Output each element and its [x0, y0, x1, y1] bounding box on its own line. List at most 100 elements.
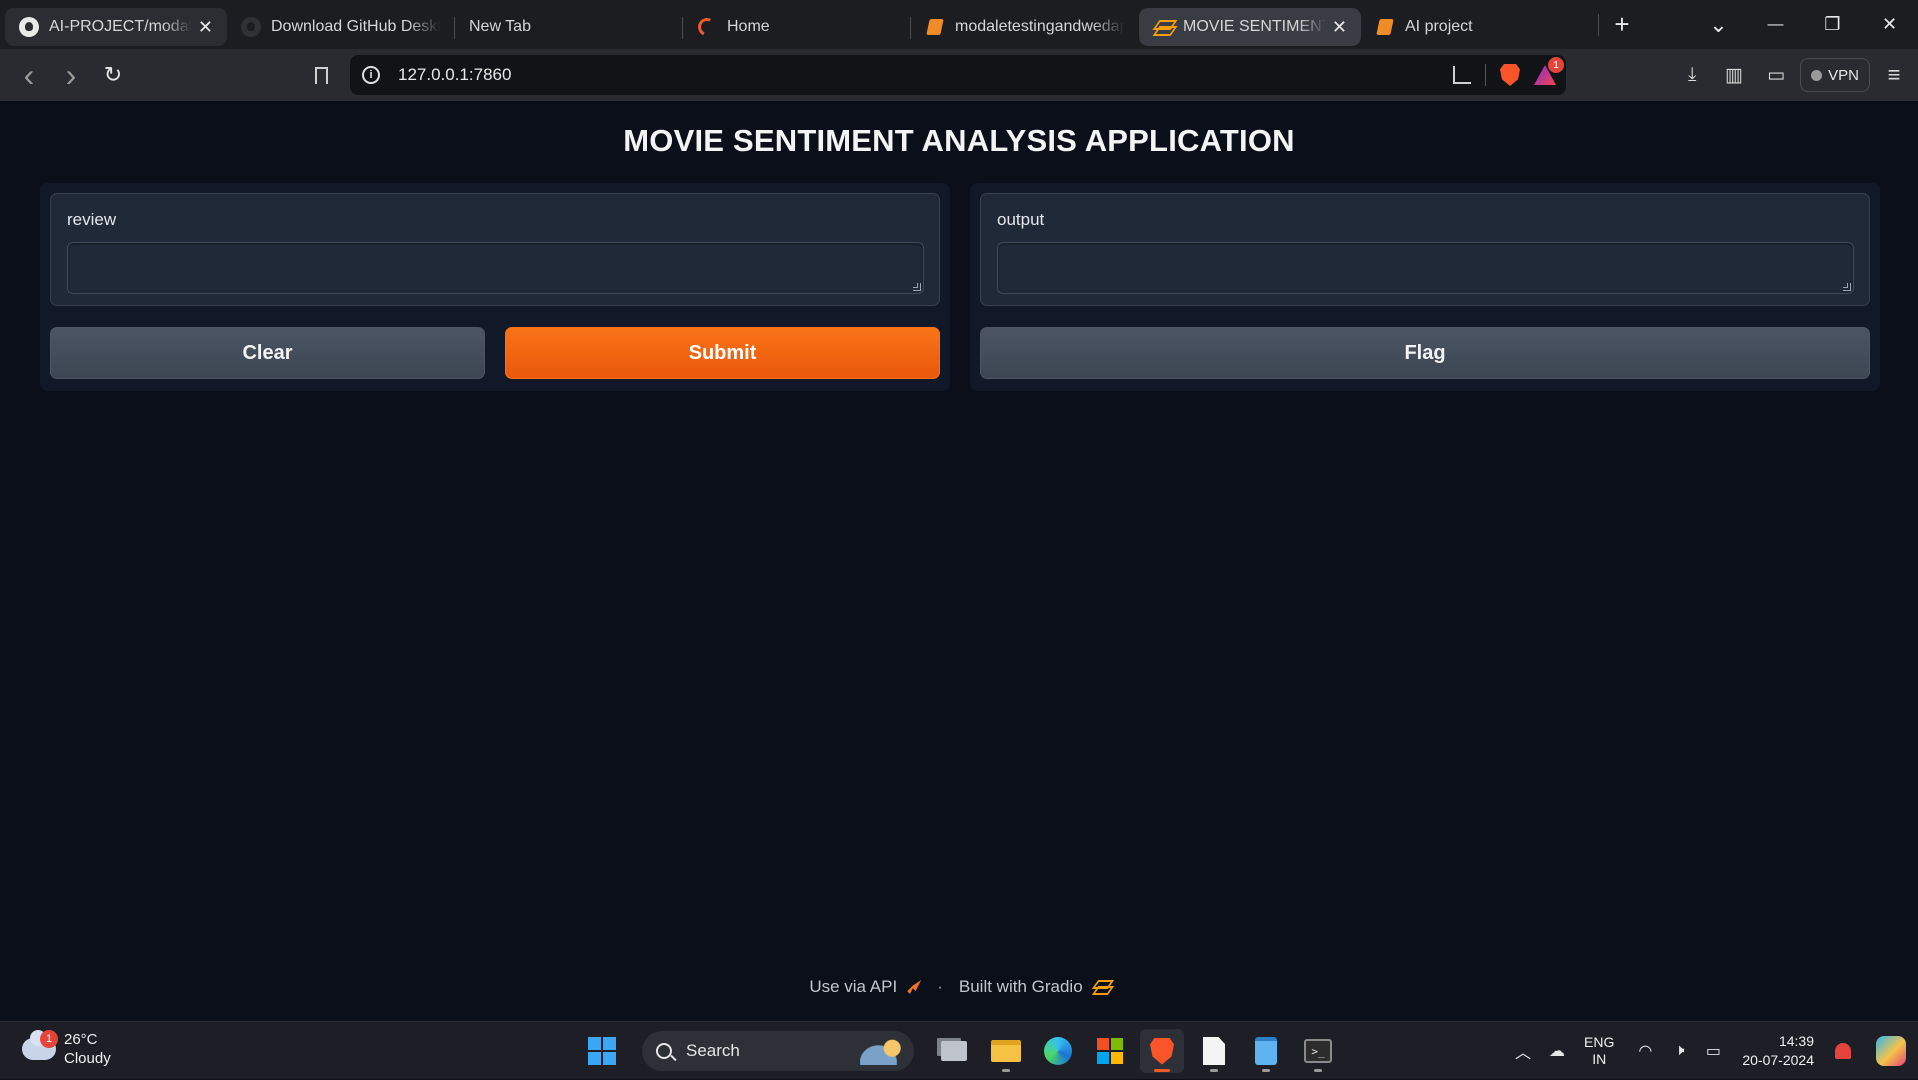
tab-ai-project[interactable]: AI project — [1361, 8, 1589, 46]
windows-icon — [588, 1037, 616, 1065]
review-label: review — [67, 210, 117, 229]
task-view-icon — [941, 1041, 967, 1061]
sidebar-icon[interactable]: ▥ — [1716, 57, 1752, 93]
brave-icon — [1150, 1037, 1174, 1065]
flag-button[interactable]: Flag — [980, 327, 1870, 379]
tab-home[interactable]: Home — [683, 8, 911, 46]
share-icon[interactable] — [1453, 66, 1471, 84]
footer-separator: · — [937, 977, 943, 996]
new-tab-button[interactable]: + — [1600, 5, 1644, 43]
submit-button[interactable]: Submit — [505, 327, 940, 379]
tab-title: MOVIE SENTIMENT ANALYSIS APPLICATION — [1183, 18, 1326, 35]
brave-shields-icon[interactable] — [1500, 64, 1520, 86]
github-icon — [241, 17, 261, 37]
store-button[interactable] — [1088, 1029, 1132, 1073]
weather-temp: 26°C — [64, 1031, 98, 1048]
tab-title: Download GitHub Desktop — [271, 18, 441, 35]
volume-muted-icon[interactable]: 🕨 — [1662, 1042, 1696, 1060]
clear-button[interactable]: Clear — [50, 327, 485, 379]
notification-bell-icon[interactable] — [1826, 1043, 1860, 1059]
tab-github-repo[interactable]: AI-PROJECT/modaletestingandwedapp ✕ — [5, 8, 227, 46]
search-highlight-icon — [860, 1037, 906, 1065]
onedrive-icon[interactable]: ☁ — [1540, 1041, 1574, 1061]
file-icon — [1203, 1037, 1225, 1065]
weather-badge: 1 — [40, 1030, 58, 1048]
gradio-icon — [1153, 17, 1173, 37]
url-text[interactable]: 127.0.0.1:7860 — [398, 65, 511, 85]
review-block: review — [50, 193, 940, 306]
window-close-button[interactable]: ✕ — [1861, 0, 1918, 49]
output-panel: output Flag — [970, 183, 1880, 391]
copilot-icon[interactable] — [1876, 1036, 1906, 1066]
clock-date: 20-07-2024 — [1742, 1052, 1814, 1068]
start-button[interactable] — [580, 1029, 624, 1073]
notepad-button[interactable] — [1244, 1029, 1288, 1073]
tab-github-desktop[interactable]: Download GitHub Desktop — [227, 8, 455, 46]
terminal-icon: >_ — [1304, 1039, 1332, 1063]
taskbar-search[interactable]: Search — [642, 1031, 914, 1071]
tab-title: New Tab — [469, 18, 531, 35]
resize-handle-icon[interactable] — [1843, 283, 1851, 291]
review-textarea[interactable] — [67, 242, 924, 294]
brave-button[interactable] — [1140, 1029, 1184, 1073]
task-view-button[interactable] — [932, 1029, 976, 1073]
site-info-icon[interactable]: i — [362, 66, 380, 84]
close-icon[interactable]: ✕ — [1332, 17, 1347, 38]
minimize-button[interactable]: — — [1747, 0, 1804, 49]
input-panel: review Clear Submit — [40, 183, 950, 391]
language-indicator[interactable]: ENG IN — [1584, 1034, 1614, 1068]
output-textarea[interactable] — [997, 242, 1854, 294]
search-icon — [656, 1043, 672, 1059]
footer: Use via API · Built with Gradio — [0, 977, 1918, 997]
vpn-label: VPN — [1828, 66, 1859, 84]
book-icon — [925, 17, 945, 37]
output-label: output — [997, 210, 1045, 229]
language-line1: ENG — [1584, 1034, 1615, 1050]
tab-modaletesting[interactable]: modaletestingandwedapp — [911, 8, 1139, 46]
taskbar: 1 26°C Cloudy Search >_ ︿ ☁ ENG IN ◠ 🕨 ▭… — [0, 1021, 1918, 1079]
rocket-icon — [907, 980, 922, 994]
tab-title: modaletestingandwedapp — [955, 18, 1125, 35]
page-title: MOVIE SENTIMENT ANALYSIS APPLICATION — [623, 123, 1295, 158]
wallet-icon[interactable]: ▭ — [1758, 57, 1794, 93]
clock[interactable]: 14:39 20-07-2024 — [1742, 1032, 1814, 1070]
tab-new-tab[interactable]: New Tab — [455, 8, 683, 46]
tab-list-chevron-icon[interactable]: ⌄ — [1690, 0, 1747, 49]
vpn-button[interactable]: VPN — [1800, 58, 1870, 92]
wifi-icon[interactable]: ◠ — [1628, 1041, 1662, 1061]
terminal-button[interactable]: >_ — [1296, 1029, 1340, 1073]
edge-icon — [1044, 1037, 1072, 1065]
vpn-status-icon — [1811, 69, 1823, 81]
menu-icon[interactable]: ≡ — [1876, 57, 1912, 93]
gradio-logo-icon — [1093, 980, 1109, 994]
reload-button[interactable]: ↻ — [92, 54, 134, 96]
forward-button[interactable]: › — [50, 54, 92, 96]
chevron-up-icon[interactable]: ︿ — [1506, 1039, 1540, 1063]
close-icon[interactable]: ✕ — [198, 17, 213, 38]
battery-icon[interactable]: ▭ — [1696, 1041, 1730, 1061]
edge-button[interactable] — [1036, 1029, 1080, 1073]
download-icon[interactable]: ⤓ — [1674, 57, 1710, 93]
brave-rewards-icon[interactable]: 1 — [1534, 57, 1564, 85]
file-explorer-button[interactable] — [984, 1029, 1028, 1073]
store-icon — [1097, 1038, 1123, 1064]
folder-icon — [991, 1040, 1021, 1062]
restore-button[interactable]: ❐ — [1804, 0, 1861, 49]
back-button[interactable]: ‹ — [8, 54, 50, 96]
home-icon — [695, 15, 719, 39]
weather-widget[interactable]: 1 26°C Cloudy — [22, 1030, 111, 1068]
browser-toolbar: ‹ › ↻ i 127.0.0.1:7860 1 ⤓ ▥ ▭ VPN ≡ — [0, 49, 1918, 101]
bookmark-icon[interactable] — [304, 59, 338, 91]
file-button[interactable] — [1192, 1029, 1236, 1073]
book-icon — [1375, 17, 1395, 37]
use-via-api-link[interactable]: Use via API — [809, 977, 897, 997]
tab-movie-sentiment[interactable]: MOVIE SENTIMENT ANALYSIS APPLICATION ✕ — [1139, 8, 1361, 46]
address-bar[interactable]: i 127.0.0.1:7860 1 — [350, 55, 1566, 95]
language-line2: IN — [1592, 1051, 1607, 1067]
built-with-gradio-link[interactable]: Built with Gradio — [959, 977, 1083, 997]
rewards-badge: 1 — [1548, 57, 1564, 73]
resize-handle-icon[interactable] — [913, 283, 921, 291]
gradio-app: MOVIE SENTIMENT ANALYSIS APPLICATION rev… — [0, 101, 1918, 1021]
notepad-icon — [1255, 1037, 1277, 1065]
github-icon — [19, 17, 39, 37]
